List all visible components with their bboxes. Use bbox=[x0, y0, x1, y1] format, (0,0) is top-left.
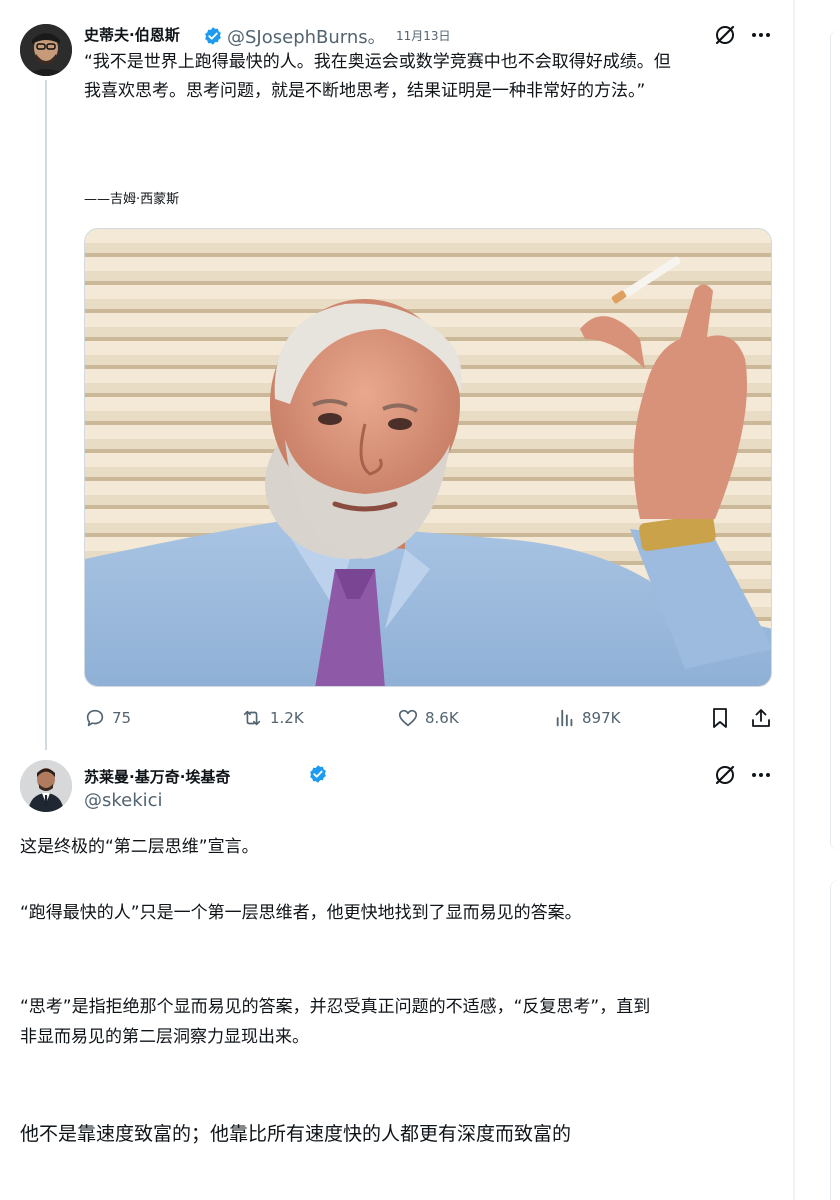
tweet-paragraph: “思考”是指拒绝那个显而易见的答案，并忍受真正问题的不适感，“反复思考”，直到 … bbox=[20, 992, 650, 1052]
author-handle[interactable]: @skekici bbox=[84, 790, 163, 811]
tweet-date[interactable]: 11月13日 bbox=[396, 27, 451, 44]
reply-count: 75 bbox=[112, 709, 132, 727]
tweet-paragraph-line: 非显而易见的第二层洞察力显现出来。 bbox=[20, 1027, 309, 1047]
like-icon bbox=[398, 709, 418, 727]
repost-count: 1.2K bbox=[270, 709, 304, 727]
reply-button[interactable]: 75 bbox=[84, 706, 131, 730]
tweet-text-line: “我不是世界上跑得最快的人。我在奥运会或数学竞赛中也不会取得好成绩。但 bbox=[84, 52, 671, 72]
column-divider bbox=[793, 0, 795, 1200]
avatar-image bbox=[20, 760, 72, 812]
sidebar-card-edge bbox=[830, 880, 840, 1200]
author-handle[interactable]: @SJosephBurns。 bbox=[227, 23, 386, 49]
tweet-paragraph-line: “思考”是指拒绝那个显而易见的答案，并忍受真正问题的不适感，“反复思考”，直到 bbox=[20, 997, 651, 1017]
grok-icon[interactable] bbox=[713, 23, 737, 47]
more-icon[interactable] bbox=[749, 763, 773, 787]
tweet-paragraph: 他不是靠速度致富的；他靠比所有速度快的人都更有深度而致富的 bbox=[20, 1123, 572, 1145]
like-count: 8.6K bbox=[425, 709, 459, 727]
grok-icon[interactable] bbox=[713, 763, 737, 787]
tweet-photo[interactable] bbox=[84, 228, 772, 687]
tweet-text-line: 我喜欢思考。思考问题，就是不断地思考，结果证明是一种非常好的方法。” bbox=[84, 81, 646, 101]
more-icon[interactable] bbox=[749, 23, 773, 47]
tweet-text: “我不是世界上跑得最快的人。我在奥运会或数学竞赛中也不会取得好成绩。但 我喜欢思… bbox=[84, 48, 671, 106]
views-button[interactable]: 897K bbox=[554, 706, 620, 730]
repost-button[interactable]: 1.2K bbox=[240, 706, 304, 730]
repost-icon bbox=[243, 710, 261, 726]
verified-badge-icon bbox=[310, 765, 326, 783]
tweet-paragraph: “跑得最快的人”只是一个第一层思维者，他更快地找到了显而易见的答案。 bbox=[20, 903, 582, 923]
avatar[interactable] bbox=[20, 24, 72, 76]
author-name[interactable]: 史蒂夫·伯恩斯 bbox=[84, 24, 180, 45]
tweet-paragraph: 这是终极的“第二层思维”宣言。 bbox=[20, 837, 259, 857]
quote-attribution: ——吉姆·西蒙斯 bbox=[84, 192, 180, 207]
thread-connector-line bbox=[45, 80, 47, 750]
like-button[interactable]: 8.6K bbox=[397, 706, 459, 730]
bookmark-icon[interactable] bbox=[708, 706, 732, 730]
share-icon[interactable] bbox=[749, 706, 773, 730]
verified-badge-icon bbox=[205, 27, 221, 45]
photo-portrait bbox=[85, 229, 771, 686]
reply-icon bbox=[86, 709, 104, 727]
avatar-image bbox=[20, 24, 72, 76]
views-icon bbox=[556, 709, 573, 727]
author-name[interactable]: 苏莱曼·基万奇·埃基奇 bbox=[84, 766, 230, 787]
views-count: 897K bbox=[582, 709, 621, 727]
sidebar-card-edge bbox=[830, 30, 840, 850]
avatar[interactable] bbox=[20, 760, 72, 812]
